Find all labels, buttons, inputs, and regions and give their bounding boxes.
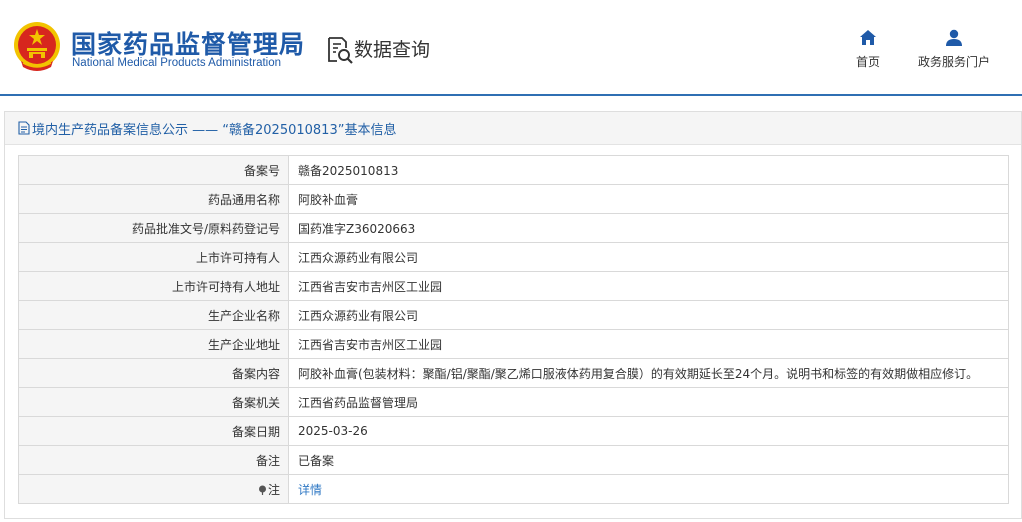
table-row: 上市许可持有人地址 江西省吉安市吉州区工业园: [18, 271, 1009, 301]
table-row: 药品批准文号/原料药登记号 国药准字Z36020663: [18, 213, 1009, 243]
details-link[interactable]: 详情: [298, 483, 322, 497]
data-query-icon: [328, 37, 353, 64]
table-row: 生产企业名称 江西众源药业有限公司: [18, 300, 1009, 330]
nav-service-portal[interactable]: 政务服务门户: [912, 28, 996, 70]
home-icon: [860, 30, 876, 45]
national-emblem-icon: [14, 22, 60, 71]
field-value: 国药准字Z36020663: [288, 213, 1009, 243]
panel-title: 境内生产药品备案信息公示 —— “赣备2025010813”基本信息: [32, 122, 397, 138]
table-row: 备案机关 江西省药品监督管理局: [18, 387, 1009, 417]
table-row: 生产企业地址 江西省吉安市吉州区工业园: [18, 329, 1009, 359]
record-table: 备案号 赣备2025010813 药品通用名称 阿胶补血膏 药品批准文号/原料药…: [18, 155, 1009, 504]
field-value: 阿胶补血膏(包装材料：聚酯/铝/聚酯/聚乙烯口服液体药用复合膜）的有效期延长至2…: [288, 358, 1009, 388]
field-label: 药品批准文号/原料药登记号: [18, 213, 289, 243]
field-value: 江西众源药业有限公司: [288, 300, 1009, 330]
table-row: 备案日期 2025-03-26: [18, 416, 1009, 446]
table-row: 备案内容 阿胶补血膏(包装材料：聚酯/铝/聚酯/聚乙烯口服液体药用复合膜）的有效…: [18, 358, 1009, 388]
field-value-cell: 详情: [288, 474, 1009, 504]
panel-header: 境内生产药品备案信息公示 —— “赣备2025010813”基本信息: [5, 112, 1021, 145]
org-name-cn: 国家药品监督管理局: [71, 30, 306, 59]
field-label: 上市许可持有人: [18, 242, 289, 272]
field-label: 备注: [18, 445, 289, 475]
field-label: 备案日期: [18, 416, 289, 446]
field-label: 药品通用名称: [18, 184, 289, 214]
field-label: 生产企业地址: [18, 329, 289, 359]
site-header: 国家药品监督管理局 National Medical Products Admi…: [0, 0, 1022, 96]
table-row: 上市许可持有人 江西众源药业有限公司: [18, 242, 1009, 272]
table-row: 备注 已备案: [18, 445, 1009, 475]
field-value: 江西众源药业有限公司: [288, 242, 1009, 272]
nav-home[interactable]: 首页: [848, 28, 888, 70]
section-title: 数据查询: [354, 39, 431, 61]
field-value: 江西省吉安市吉州区工业园: [288, 271, 1009, 301]
field-label: 备案机关: [18, 387, 289, 417]
field-label: 上市许可持有人地址: [18, 271, 289, 301]
note-label-cell: 注: [18, 474, 289, 504]
field-value: 江西省吉安市吉州区工业园: [288, 329, 1009, 359]
user-icon: [946, 29, 962, 46]
document-icon: [18, 121, 30, 135]
field-label: 注: [267, 482, 280, 497]
table-row: 药品通用名称 阿胶补血膏: [18, 184, 1009, 214]
field-value: 阿胶补血膏: [288, 184, 1009, 214]
nav-service-label: 政务服务门户: [917, 55, 990, 69]
pin-icon: [258, 485, 266, 495]
field-label: 备案内容: [18, 358, 289, 388]
field-label: 备案号: [18, 155, 289, 185]
field-value: 赣备2025010813: [288, 155, 1009, 185]
table-row: 注 详情: [18, 474, 1009, 504]
field-label: 生产企业名称: [18, 300, 289, 330]
record-panel: 境内生产药品备案信息公示 —— “赣备2025010813”基本信息 备案号 赣…: [4, 111, 1022, 519]
org-name-en: National Medical Products Administration: [72, 57, 282, 69]
table-row: 备案号 赣备2025010813: [18, 155, 1009, 185]
field-value: 已备案: [288, 445, 1009, 475]
field-value: 江西省药品监督管理局: [288, 387, 1009, 417]
field-value: 2025-03-26: [288, 416, 1009, 446]
nav-home-label: 首页: [855, 55, 880, 69]
